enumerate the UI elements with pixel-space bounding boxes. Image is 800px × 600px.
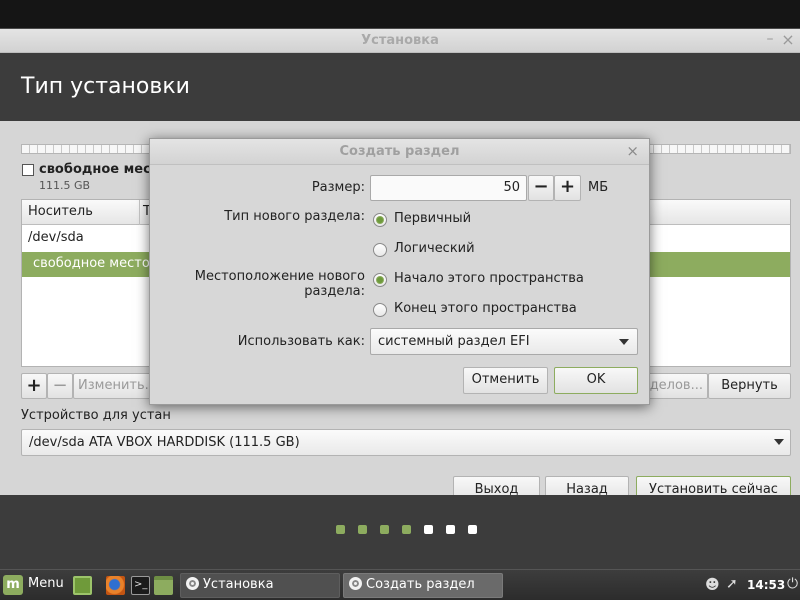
new-partition-table-button[interactable]: делов... — [648, 373, 708, 399]
taskbar-item-create-partition[interactable]: Создать раздел — [343, 573, 503, 598]
use-as-value: системный раздел EFI — [378, 334, 530, 349]
mint-menu-icon: m — [3, 575, 23, 595]
power-icon[interactable]: ⏻ — [787, 576, 798, 592]
dialog-titlebar[interactable]: Создать раздел × — [150, 139, 649, 165]
radio-primary[interactable] — [373, 213, 387, 227]
radio-location-end-label[interactable]: Конец этого пространства — [394, 301, 577, 316]
progress-dot-pending — [446, 525, 455, 534]
window-title: Установка — [361, 33, 439, 48]
bootloader-device-value: /dev/sda ATA VBOX HARDDISK (111.5 GB) — [29, 435, 300, 450]
disc-icon — [186, 577, 199, 590]
clock[interactable]: 14:53 — [747, 578, 785, 592]
page-header: Тип установки — [0, 53, 800, 121]
progress-dot-pending — [468, 525, 477, 534]
free-space-swatch — [22, 164, 34, 176]
minimize-icon[interactable]: – — [762, 31, 778, 49]
progress-dot-done — [358, 525, 367, 534]
size-increment-button[interactable]: + — [554, 175, 581, 201]
ok-button[interactable]: OK — [554, 367, 638, 394]
close-icon[interactable]: × — [780, 30, 796, 50]
network-icon[interactable]: ➚ — [726, 576, 742, 592]
add-partition-button[interactable]: + — [21, 373, 47, 399]
use-as-label: Использовать как: — [237, 334, 365, 349]
partition-type-label: Тип нового раздела: — [224, 209, 365, 224]
size-unit: МБ — [588, 180, 609, 195]
show-desktop-icon[interactable] — [73, 576, 92, 595]
progress-dot-done — [380, 525, 389, 534]
chevron-down-icon — [774, 439, 784, 445]
remove-partition-button[interactable]: − — [47, 373, 73, 399]
bootloader-device-label: Устройство для устан — [21, 408, 171, 423]
size-decrement-button[interactable]: − — [528, 175, 554, 201]
free-space-size: 111.5 GB — [39, 179, 91, 192]
revert-button[interactable]: Вернуть — [708, 373, 791, 399]
bootloader-device-select[interactable]: /dev/sda ATA VBOX HARDDISK (111.5 GB) — [21, 429, 791, 456]
radio-location-end[interactable] — [373, 303, 387, 317]
free-space-label: свободное место — [39, 162, 168, 177]
user-icon[interactable]: ☻ — [705, 577, 720, 593]
disc-icon — [349, 577, 362, 590]
size-label: Размер: — [311, 180, 365, 195]
partition-location-label: Местоположение нового раздела: — [194, 269, 365, 299]
radio-primary-label[interactable]: Первичный — [394, 211, 471, 226]
menu-button[interactable]: m Menu — [3, 574, 64, 596]
close-icon[interactable]: × — [626, 142, 639, 160]
size-input[interactable]: 50 — [370, 175, 527, 201]
progress-footer — [0, 495, 800, 570]
page-title: Тип установки — [21, 74, 190, 99]
cancel-button[interactable]: Отменить — [463, 367, 548, 394]
firefox-icon[interactable] — [106, 576, 125, 595]
progress-dot-pending — [424, 525, 433, 534]
progress-dot-done — [336, 525, 345, 534]
use-as-select[interactable]: системный раздел EFI — [370, 328, 638, 355]
dialog-title: Создать раздел — [339, 144, 460, 159]
taskbar: m Menu >_ Установка Создать раздел ☻ ➚ 1… — [0, 569, 800, 600]
terminal-icon[interactable]: >_ — [131, 576, 150, 595]
radio-logical-label[interactable]: Логический — [394, 241, 475, 256]
radio-logical[interactable] — [373, 243, 387, 257]
taskbar-item-label: Создать раздел — [366, 577, 475, 592]
chevron-down-icon — [619, 339, 629, 345]
radio-location-beginning[interactable] — [373, 273, 387, 287]
change-partition-button[interactable]: Изменить... — [73, 373, 157, 399]
create-partition-dialog: Создать раздел × Размер: 50 − + МБ Тип н… — [149, 138, 650, 405]
menu-label: Menu — [28, 576, 64, 591]
progress-dot-done — [402, 525, 411, 534]
taskbar-item-installer[interactable]: Установка — [180, 573, 340, 598]
desktop-background — [0, 0, 800, 28]
column-header-device[interactable]: Носитель — [22, 200, 140, 225]
taskbar-item-label: Установка — [203, 577, 274, 592]
radio-location-beginning-label[interactable]: Начало этого пространства — [394, 271, 584, 286]
files-icon[interactable] — [154, 576, 173, 595]
window-titlebar[interactable]: Установка – × — [0, 29, 800, 53]
